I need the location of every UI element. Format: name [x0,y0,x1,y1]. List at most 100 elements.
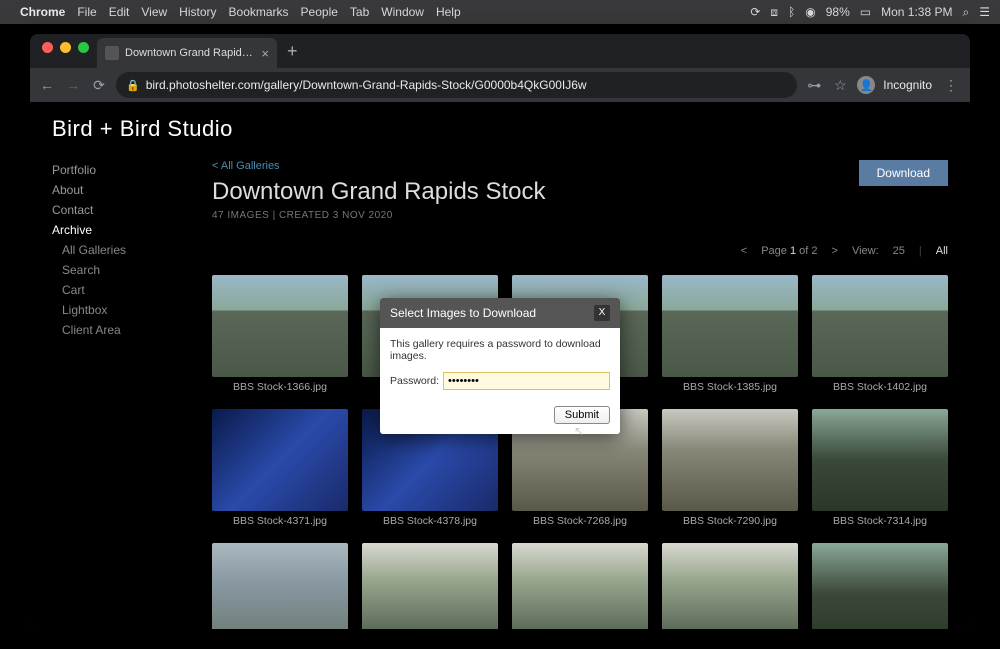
view-label: View: [852,245,879,257]
thumbnail-image[interactable] [662,409,798,511]
nav-search[interactable]: Search [52,260,172,280]
thumbnail-caption: BBS Stock-1366.jpg [212,381,348,393]
nav-contact[interactable]: Contact [52,200,172,220]
modal-header: Select Images to Download X [380,298,620,328]
thumbnail-image[interactable] [812,275,948,377]
view-all[interactable]: All [936,245,948,257]
password-input[interactable] [443,372,610,390]
app-name[interactable]: Chrome [20,5,65,19]
view-25[interactable]: 25 [893,245,905,257]
thumbnail-image[interactable] [212,543,348,629]
thumbnail-item[interactable]: BBS Stock-4371.jpg [212,409,348,527]
url-text: bird.photoshelter.com/gallery/Downtown-G… [146,78,587,92]
download-button[interactable]: Download [859,160,948,186]
nav-about[interactable]: About [52,180,172,200]
thumbnail-caption: BBS Stock-1385.jpg [662,381,798,393]
thumbnail-caption: BBS Stock-4371.jpg [212,515,348,527]
profile-chip[interactable]: 👤 Incognito [857,76,932,94]
menu-help[interactable]: Help [436,5,461,19]
bookmark-star-icon[interactable]: ☆ [831,77,849,94]
forward-button: → [64,77,82,93]
nav-portfolio[interactable]: Portfolio [52,160,172,180]
thumbnail-image[interactable] [662,543,798,629]
profile-label: Incognito [883,78,932,92]
thumbnail-item[interactable]: BBS Stock-1366.jpg [212,275,348,393]
gallery-toolbar: < Page 1 of 2 > View: 25 | All [212,245,948,257]
control-center-icon[interactable]: ☰ [979,5,990,19]
page-current: 1 [790,245,796,257]
modal-close-button[interactable]: X [594,305,610,321]
menu-tab[interactable]: Tab [350,5,369,19]
thumbnail-item[interactable] [512,543,648,629]
page-label: Page [761,245,787,257]
key-icon[interactable]: ⊶ [805,77,823,94]
page-total: 2 [811,245,817,257]
thumbnail-item[interactable] [662,543,798,629]
dropbox-icon[interactable]: ⧈ [770,5,778,20]
nav-client-area[interactable]: Client Area [52,320,172,340]
thumbnail-image[interactable] [812,543,948,629]
thumbnail-image[interactable] [212,409,348,511]
reload-button[interactable]: ⟳ [90,77,108,94]
thumbnail-item[interactable] [362,543,498,629]
chrome-menu-icon[interactable]: ⋮ [940,77,962,94]
submit-button[interactable]: Submit [554,406,610,424]
tab-bar: Downtown Grand Rapids Stock × + [30,34,970,68]
spotlight-icon[interactable]: ⌕ [963,5,970,20]
next-page-icon[interactable]: > [832,245,838,257]
browser-tab[interactable]: Downtown Grand Rapids Stock × [97,38,277,68]
clock[interactable]: Mon 1:38 PM [881,5,952,19]
menu-people[interactable]: People [301,5,338,19]
thumbnail-image[interactable] [212,275,348,377]
thumbnail-caption: BBS Stock-7314.jpg [812,515,948,527]
nav-cart[interactable]: Cart [52,280,172,300]
menu-file[interactable]: File [77,5,96,19]
close-window-button[interactable] [42,42,53,53]
password-label: Password: [390,375,439,387]
menu-view[interactable]: View [141,5,167,19]
close-tab-icon[interactable]: × [261,46,269,61]
prev-page-icon[interactable]: < [741,245,747,257]
minimize-window-button[interactable] [60,42,71,53]
address-bar: ← → ⟳ 🔒 bird.photoshelter.com/gallery/Do… [30,68,970,102]
site-title[interactable]: Bird + Bird Studio [52,116,948,142]
thumbnail-image[interactable] [362,543,498,629]
thumbnail-item[interactable]: BBS Stock-7290.jpg [662,409,798,527]
menu-edit[interactable]: Edit [109,5,130,19]
sync-icon[interactable]: ⟳ [750,5,760,19]
page-of: of [799,245,808,257]
modal-message: This gallery requires a password to down… [390,338,610,362]
nav-lightbox[interactable]: Lightbox [52,300,172,320]
nav-all-galleries[interactable]: All Galleries [52,240,172,260]
nav-archive[interactable]: Archive [52,220,172,240]
omnibox[interactable]: 🔒 bird.photoshelter.com/gallery/Downtown… [116,72,797,98]
thumbnail-image[interactable] [512,543,648,629]
gallery-title: Downtown Grand Rapids Stock [212,178,546,206]
thumbnail-item[interactable] [812,543,948,629]
back-button[interactable]: ← [38,77,56,93]
new-tab-button[interactable]: + [277,41,308,68]
thumbnail-item[interactable] [212,543,348,629]
menu-history[interactable]: History [179,5,216,19]
thumbnail-item[interactable]: BBS Stock-7314.jpg [812,409,948,527]
menu-bookmarks[interactable]: Bookmarks [229,5,289,19]
thumbnail-caption: BBS Stock-7290.jpg [662,515,798,527]
thumbnail-item[interactable]: BBS Stock-1402.jpg [812,275,948,393]
download-modal: Select Images to Download X This gallery… [380,298,620,434]
favicon-icon [105,46,119,60]
thumbnail-image[interactable] [662,275,798,377]
thumbnail-image[interactable] [812,409,948,511]
thumbnail-caption: BBS Stock-7268.jpg [512,515,648,527]
wifi-icon[interactable]: ◉ [805,5,815,19]
thumbnail-item[interactable]: BBS Stock-1385.jpg [662,275,798,393]
breadcrumb[interactable]: < All Galleries [212,160,546,172]
bluetooth-icon[interactable]: ᛒ [788,5,795,19]
sidebar-nav: Portfolio About Contact Archive All Gall… [52,160,172,629]
maximize-window-button[interactable] [78,42,89,53]
thumbnail-caption: BBS Stock-1402.jpg [812,381,948,393]
chrome-window: Downtown Grand Rapids Stock × + ← → ⟳ 🔒 … [30,34,970,629]
incognito-icon: 👤 [857,76,875,94]
menu-window[interactable]: Window [381,5,424,19]
thumbnail-caption: BBS Stock-4378.jpg [362,515,498,527]
battery-icon: ▭ [860,5,871,19]
